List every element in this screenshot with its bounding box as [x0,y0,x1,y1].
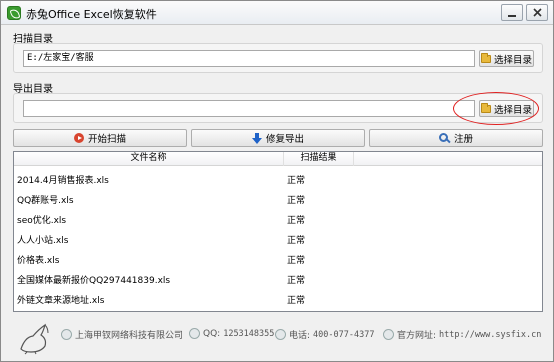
qq-number: 1253148355 [223,328,275,339]
qq-label: QQ: [203,328,221,339]
start-scan-button[interactable]: 开始扫描 [13,129,187,147]
company-name: 上海甲钗网络科技有限公司 [75,331,184,341]
scan-dir-choose-label: 选择目录 [493,54,532,66]
footer-company: 上海甲钗网络科技有限公司 [61,328,183,341]
scan-result-cell: 正常 [287,276,306,286]
close-icon [532,8,542,17]
scan-dir-input[interactable]: E:/左家宝/客服 [23,50,475,67]
phone-label: 电话: [289,331,311,341]
register-label: 注册 [453,134,473,145]
qq-icon [189,328,200,339]
file-name-cell: 外链文章来源地址.xls [17,296,105,306]
file-name-cell: 全国媒体最新报价QQ297441839.xls [17,276,171,286]
export-dir-input[interactable] [23,100,475,117]
phone-number: 400-077-4377 [313,329,375,340]
column-header-result[interactable]: 扫描结果 [284,152,354,166]
file-name-cell: 人人小站.xls [17,236,69,246]
minimize-button[interactable] [501,4,523,21]
close-button[interactable] [526,4,548,21]
key-icon [438,132,450,144]
file-name-cell: seo优化.xls [17,216,67,226]
site-label: 官方网址: [397,331,437,341]
file-list[interactable]: 文件名称 扫描结果 2014.4月销售报表.xls 正常 QQ群账号.xls 正… [13,151,543,312]
scan-result-cell: 正常 [287,216,306,226]
rabbit-logo-icon [15,319,53,355]
file-name-cell: QQ群账号.xls [17,196,74,206]
minimize-icon [508,14,516,17]
table-row[interactable]: 人人小站.xls 正常 [14,228,542,248]
start-scan-label: 开始扫描 [87,134,126,145]
window-title: 赤兔Office Excel恢复软件 [26,8,157,21]
site-url[interactable]: http://www.sysfix.cn [439,330,541,340]
app-window: 赤兔Office Excel恢复软件 扫描目录 E:/左家宝/客服 选择目录 导… [0,0,554,362]
table-row[interactable]: QQ群账号.xls 正常 [14,188,542,208]
list-header: 文件名称 扫描结果 [14,152,542,166]
scan-result-cell: 正常 [287,196,306,206]
scan-result-cell: 正常 [287,256,306,266]
table-row[interactable]: 价格表.xls 正常 [14,248,542,268]
company-icon [61,329,72,340]
scan-result-cell: 正常 [287,176,306,186]
table-row[interactable]: 外链文章来源地址.xls 正常 [14,288,542,308]
table-row[interactable]: 2014.4月销售报表.xls 正常 [14,168,542,188]
scan-dir-choose-button[interactable]: 选择目录 [479,50,534,67]
red-highlight-annotation [453,92,539,125]
play-icon [73,133,84,143]
footer-site[interactable]: 官方网址: http://www.sysfix.cn [383,328,541,341]
globe-icon [383,329,394,340]
table-row[interactable]: seo优化.xls 正常 [14,208,542,228]
phone-icon [275,329,286,340]
scan-result-cell: 正常 [287,236,306,246]
table-row[interactable]: 全国媒体最新报价QQ297441839.xls 正常 [14,268,542,288]
folder-icon [480,52,491,63]
footer-phone: 电话: 400-077-4377 [275,328,374,341]
app-logo-icon [7,6,21,20]
column-header-name[interactable]: 文件名称 [14,152,284,166]
repair-export-label: 修复导出 [265,134,304,145]
download-arrow-icon [251,132,262,144]
file-name-cell: 2014.4月销售报表.xls [17,176,109,186]
file-name-cell: 价格表.xls [17,256,60,266]
scan-result-cell: 正常 [287,296,306,306]
register-button[interactable]: 注册 [369,129,543,147]
footer-qq[interactable]: QQ: 1253148355 [189,328,274,339]
footer-bar: 上海甲钗网络科技有限公司 QQ: 1253148355 电话: 400-077-… [1,315,553,361]
title-bar[interactable]: 赤兔Office Excel恢复软件 [1,1,553,25]
repair-export-button[interactable]: 修复导出 [191,129,365,147]
